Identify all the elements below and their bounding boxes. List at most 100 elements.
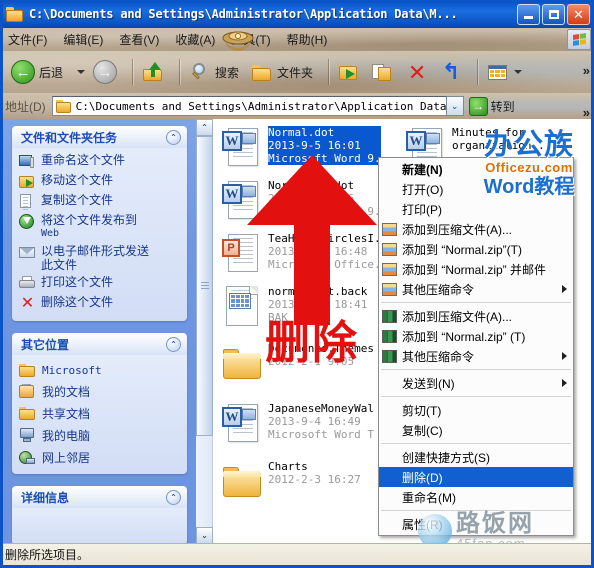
ctx-send-to[interactable]: 发送到(N): [379, 373, 573, 393]
network-icon: [19, 450, 36, 465]
menu-separator: [381, 369, 571, 370]
file-item-japanese-money-wal[interactable]: W JapaneseMoneyWal 2013-9-4 16:49 Micros…: [220, 401, 374, 445]
task-print-file[interactable]: 打印这个文件: [19, 275, 183, 292]
ctx-winrar-add-zip-email-label: 添加到 “Normal.zip” 并邮件: [402, 262, 547, 277]
copy-icon: [19, 194, 36, 210]
scroll-up-button[interactable]: ⌃: [196, 119, 213, 136]
views-button[interactable]: [484, 60, 530, 85]
folders-label: 文件夹: [277, 65, 314, 80]
ctx-properties[interactable]: 属性(R): [379, 514, 573, 534]
file-name: TeaHorg_CirclesI.: [268, 232, 381, 245]
place-network[interactable]: 网上邻居: [19, 449, 183, 466]
menu-file[interactable]: 文件(F): [0, 29, 55, 50]
file-item-normal-dot-back[interactable]: normal.dot.back 2013-6-27 18:41 BAK 文件: [220, 284, 367, 328]
ctx-delete[interactable]: 删除(D): [379, 467, 573, 487]
delete-button[interactable]: ✕: [403, 60, 431, 85]
ctx-zip-add-archive-label: 添加到压缩文件(A)...: [402, 309, 512, 324]
file-item-teamorg-circles[interactable]: P TeaHorg_CirclesI. 2013-4-20 16:48 Micr…: [220, 231, 381, 275]
ctx-rename-label: 重命名(M): [402, 490, 456, 505]
folders-button[interactable]: 文件夹: [248, 60, 316, 85]
file-list-scrollbar[interactable]: ⌃ ⌄: [196, 119, 213, 544]
back-dropdown-icon[interactable]: [77, 70, 86, 74]
up-button[interactable]: [139, 60, 167, 85]
file-item-charts[interactable]: Charts 2012-2-3 16:27: [220, 459, 361, 503]
winrar-icon: [381, 282, 398, 297]
menu-edit[interactable]: 编辑(E): [55, 29, 111, 50]
address-input[interactable]: C:\Documents and Settings\Administrator\…: [51, 96, 447, 116]
scroll-thumb[interactable]: [196, 136, 213, 436]
task-rename-file[interactable]: 重命名这个文件: [19, 153, 183, 170]
file-item-normal-dot[interactable]: W Normal.dot 2013-9-5 16:01 Microsoft Wo…: [220, 125, 381, 169]
ctx-rename[interactable]: 重命名(M): [379, 487, 573, 507]
file-date: 2013-9-5 9:16: [268, 192, 355, 205]
ctx-zip-add-archive[interactable]: 添加到压缩文件(A)...: [379, 306, 573, 326]
status-bar: 删除所选项目。: [0, 543, 594, 565]
address-dropdown-button[interactable]: ⌄: [446, 96, 464, 116]
task-delete-file[interactable]: ✕ 删除这个文件: [19, 295, 183, 312]
task-publish-web[interactable]: 将这个文件发布到 Web: [19, 213, 183, 241]
ctx-winrar-add-archive[interactable]: 添加到压缩文件(A)...: [379, 219, 573, 239]
scroll-down-button[interactable]: ⌄: [196, 527, 213, 544]
no-icon: [381, 202, 398, 217]
ctx-open[interactable]: 打开(O): [379, 179, 573, 199]
file-name: Documents.Themes: [268, 342, 374, 355]
address-label: 地址(D): [5, 99, 46, 114]
close-button[interactable]: ✕: [567, 3, 590, 25]
menu-separator: [381, 510, 571, 511]
file-item-normalold-dot[interactable]: W NormalOld.dot 2013-9-5 9:16 Microsoft …: [220, 178, 381, 222]
my-documents-icon: [19, 384, 36, 399]
toolbar-overflow-chevron[interactable]: »: [583, 63, 590, 78]
task-copy-file[interactable]: 复制这个文件: [19, 193, 183, 210]
search-button[interactable]: 搜索: [186, 60, 242, 85]
details-collapse-icon[interactable]: ⌃: [166, 489, 181, 505]
other-places-panel: 其它位置 ⌃ Microsoft 我的文档 共享文档 我的电脑 网上邻居: [12, 333, 187, 474]
caption-buttons: ✕: [515, 3, 590, 25]
other-places-collapse-icon[interactable]: ⌃: [166, 336, 181, 352]
move-to-button[interactable]: [335, 60, 363, 85]
place-my-computer[interactable]: 我的电脑: [19, 427, 183, 444]
ctx-print[interactable]: 打印(P): [379, 199, 573, 219]
mail-icon: [19, 245, 36, 261]
winrar-icon: [381, 222, 398, 237]
maximize-button[interactable]: [542, 3, 565, 25]
ctx-cut[interactable]: 剪切(T): [379, 400, 573, 420]
details-body: [12, 508, 187, 544]
ctx-winrar-add-zip-label: 添加到 “Normal.zip”(T): [402, 242, 522, 257]
go-button[interactable]: → 转到: [468, 96, 515, 116]
move-icon: [19, 174, 36, 190]
undo-button[interactable]: ↰: [437, 60, 465, 85]
task-move-label: 移动这个文件: [41, 173, 114, 187]
ctx-copy[interactable]: 复制(C): [379, 420, 573, 440]
place-my-documents[interactable]: 我的文档: [19, 383, 183, 400]
ctx-create-shortcut[interactable]: 创建快捷方式(S): [379, 447, 573, 467]
task-email-file[interactable]: 以电子邮件形式发送 此文件: [19, 244, 183, 272]
back-button[interactable]: ← 后退: [8, 58, 66, 86]
no-icon: [381, 376, 398, 391]
ctx-zip-add-zip[interactable]: 添加到 “Normal.zip” (T): [379, 326, 573, 346]
file-tasks-collapse-icon[interactable]: ⌃: [166, 129, 181, 145]
place-microsoft[interactable]: Microsoft: [19, 363, 183, 378]
ctx-winrar-add-zip[interactable]: 添加到 “Normal.zip”(T): [379, 239, 573, 259]
ctx-new[interactable]: 新建(N): [379, 159, 573, 179]
views-dropdown-icon[interactable]: [514, 70, 523, 74]
backup-file-icon: [220, 284, 264, 328]
place-shared-documents[interactable]: 共享文档: [19, 405, 183, 422]
file-tasks-body: 重命名这个文件 移动这个文件 复制这个文件 将这个文件发布到 Web 以电子邮件…: [12, 148, 187, 321]
copy-to-button[interactable]: [369, 60, 397, 85]
forward-button[interactable]: →: [90, 58, 120, 86]
task-move-file[interactable]: 移动这个文件: [19, 173, 183, 190]
file-name: normal.dot.back: [268, 285, 368, 298]
menu-help[interactable]: 帮助(H): [279, 29, 336, 50]
ctx-winrar-more[interactable]: 其他压缩命令: [379, 279, 573, 299]
minimize-button[interactable]: [517, 3, 540, 25]
ctx-winrar-add-zip-email[interactable]: 添加到 “Normal.zip” 并邮件: [379, 259, 573, 279]
ctx-zip-more[interactable]: 其他压缩命令: [379, 346, 573, 366]
views-icon: [487, 62, 509, 83]
no-icon: [381, 490, 398, 505]
file-date: 2012-2-3 16:27: [268, 473, 361, 486]
file-item-documents-themes[interactable]: Documents.Themes 2012-2-1 9:05: [220, 341, 374, 385]
rename-icon: [19, 154, 36, 170]
file-date: 2013-4-20 16:48: [268, 245, 368, 258]
address-overflow-chevron[interactable]: »: [583, 105, 590, 119]
menu-view[interactable]: 查看(V): [111, 29, 167, 50]
